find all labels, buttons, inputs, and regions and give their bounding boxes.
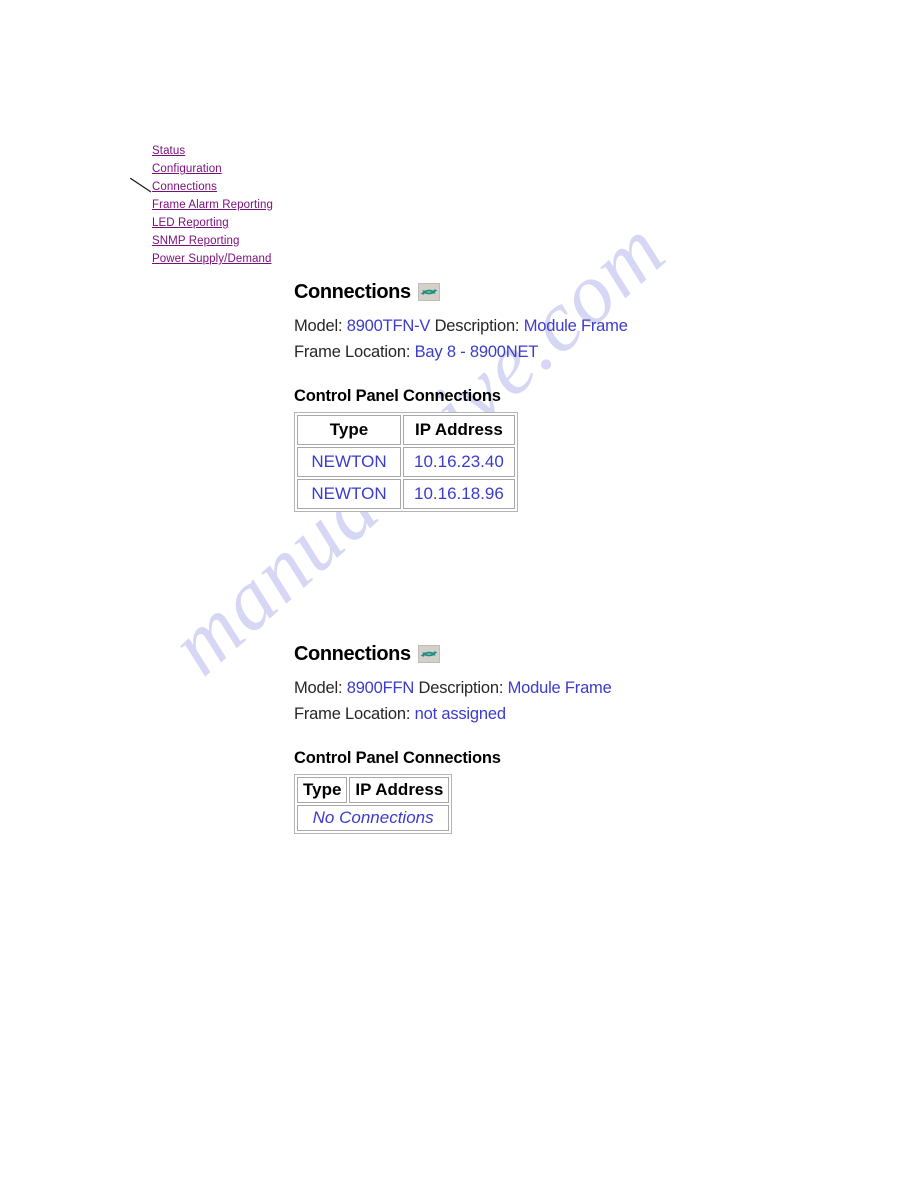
column-header-ip-address: IP Address (403, 415, 515, 445)
cell-ip-address: 10.16.23.40 (403, 447, 515, 477)
model-label: Model: (294, 679, 343, 697)
frame-location-line: Frame Location: Bay 8 - 8900NET (294, 339, 628, 365)
table-row: NEWTON 10.16.23.40 (297, 447, 515, 477)
page-title: Connections (294, 643, 612, 665)
model-label: Model: (294, 317, 343, 335)
frame-location-label: Frame Location: (294, 343, 411, 361)
frame-location-value: Bay 8 - 8900NET (414, 343, 539, 361)
connections-section-2: Connections Model: 8900FFN Description: … (294, 643, 612, 834)
page-title: Connections (294, 281, 628, 303)
model-description-line: Model: 8900FFN Description: Module Frame (294, 675, 612, 701)
sidebar-item-snmp-reporting[interactable]: SNMP Reporting (152, 232, 273, 250)
frame-location-line: Frame Location: not assigned (294, 701, 612, 727)
table-row: NEWTON 10.16.18.96 (297, 479, 515, 509)
refresh-icon[interactable] (417, 283, 440, 301)
sidebar-item-configuration[interactable]: Configuration (152, 160, 273, 178)
connections-section-1: Connections Model: 8900TFN-V Description… (294, 281, 628, 512)
page-title-label: Connections (294, 643, 411, 665)
frame-location-value: not assigned (414, 705, 506, 723)
control-panel-connections-table: Type IP Address NEWTON 10.16.23.40 NEWTO… (294, 412, 518, 512)
description-label: Description: (434, 317, 520, 335)
table-header-row: Type IP Address (297, 777, 450, 803)
column-header-type: Type (297, 415, 401, 445)
model-value: 8900TFN-V (346, 317, 431, 335)
frame-location-label: Frame Location: (294, 705, 411, 723)
model-description-line: Model: 8900TFN-V Description: Module Fra… (294, 313, 628, 339)
control-panel-connections-table: Type IP Address No Connections (294, 774, 453, 834)
column-header-ip-address: IP Address (349, 777, 450, 803)
cell-ip-address: 10.16.18.96 (403, 479, 515, 509)
sidebar-nav: Status Configuration Connections Frame A… (152, 142, 273, 268)
model-value: 8900FFN (346, 679, 415, 697)
cell-type: NEWTON (297, 447, 401, 477)
sidebar-item-connections[interactable]: Connections (152, 178, 273, 196)
sidebar-item-frame-alarm-reporting[interactable]: Frame Alarm Reporting (152, 196, 273, 214)
description-label: Description: (418, 679, 504, 697)
sidebar-item-led-reporting[interactable]: LED Reporting (152, 214, 273, 232)
refresh-icon[interactable] (417, 645, 440, 663)
sidebar-item-status[interactable]: Status (152, 142, 273, 160)
table-header-row: Type IP Address (297, 415, 515, 445)
description-value: Module Frame (507, 679, 612, 697)
document-page: Status Configuration Connections Frame A… (0, 0, 918, 1188)
pointer-leader-line (130, 178, 152, 193)
control-panel-connections-title: Control Panel Connections (294, 387, 501, 405)
column-header-type: Type (297, 777, 348, 803)
page-title-label: Connections (294, 281, 411, 303)
cell-no-connections: No Connections (297, 805, 450, 831)
cell-type: NEWTON (297, 479, 401, 509)
control-panel-connections-title: Control Panel Connections (294, 749, 501, 767)
table-row: No Connections (297, 805, 450, 831)
description-value: Module Frame (523, 317, 628, 335)
sidebar-item-power-supply-demand[interactable]: Power Supply/Demand (152, 250, 273, 268)
